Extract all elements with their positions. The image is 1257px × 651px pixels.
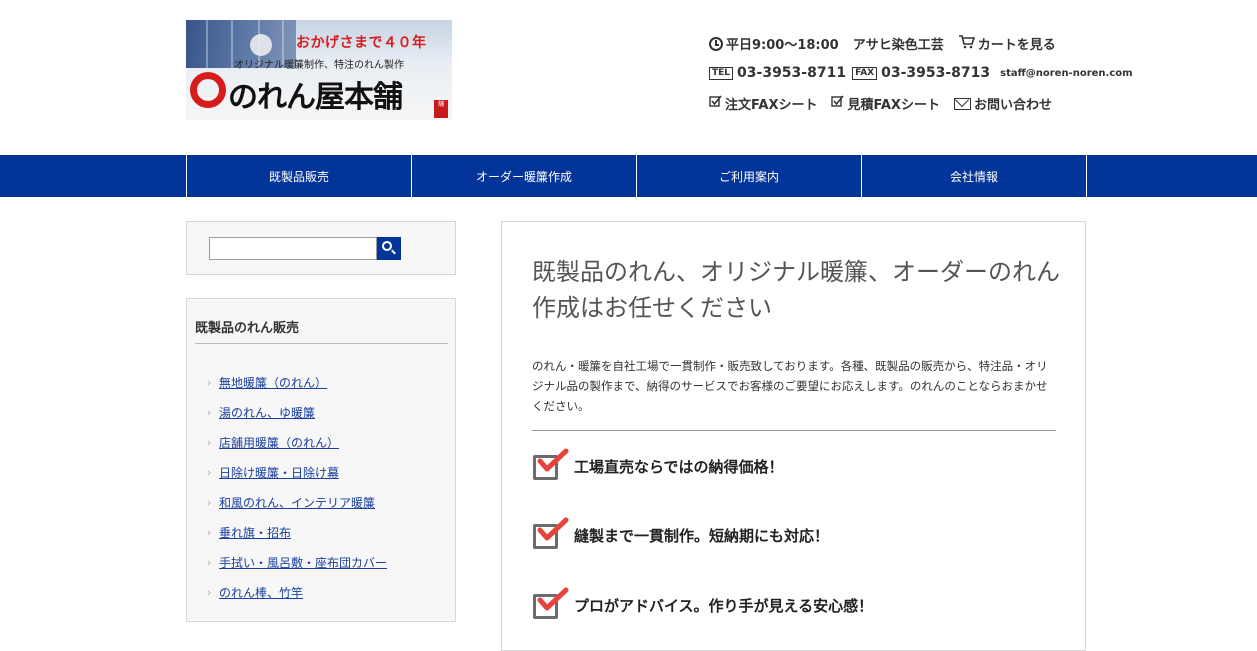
mail-icon	[953, 97, 971, 110]
search-button[interactable]	[377, 237, 401, 260]
chevron-right-icon: ›	[207, 525, 212, 539]
feature-item: 縫製まで一貫制作。短納期にも対応！	[532, 517, 830, 551]
logo-ring-mark	[190, 72, 226, 108]
checkmark-icon	[532, 587, 569, 621]
global-nav: 既製品販売 オーダー暖簾作成 ご利用案内 会社情報	[0, 155, 1257, 197]
chevron-right-icon: ›	[207, 495, 212, 509]
email-link[interactable]: staff@noren-noren.com	[1000, 68, 1132, 79]
checkbox-icon	[709, 95, 722, 112]
sidebar-list: › 無地暖簾（のれん） › 湯のれん、ゆ暖簾 › 店舗用暖簾（のれん） › 日除け暖簾・…	[207, 367, 387, 607]
cart-link[interactable]: カートを見る	[978, 34, 1056, 53]
logo-subtitle: オリジナル暖簾制作、特注のれん製作	[234, 60, 404, 71]
search-input[interactable]	[209, 237, 377, 260]
nav-item-guide[interactable]: ご利用案内	[637, 155, 862, 197]
chevron-right-icon: ›	[207, 375, 212, 389]
sidebar-link[interactable]: 店舗用暖簾（のれん）	[219, 434, 339, 451]
list-item: › 手拭い・風呂敷・座布団カバー	[207, 547, 387, 577]
order-fax-link[interactable]: 注文FAXシート	[725, 94, 817, 113]
sidebar-link[interactable]: 垂れ旗・招布	[219, 524, 291, 541]
chevron-right-icon: ›	[207, 435, 212, 449]
chevron-right-icon: ›	[207, 555, 212, 569]
logo-seal: 舗	[434, 100, 448, 118]
page-title: 既製品のれん、オリジナル暖簾、オーダーのれん作成はお任せください	[532, 258, 1060, 322]
nav-item-order-noren[interactable]: オーダー暖簾作成	[412, 155, 637, 197]
checkbox-icon	[831, 95, 845, 112]
list-item: › 無地暖簾（のれん）	[207, 367, 387, 397]
business-hours: 平日9:00～18:00	[726, 38, 839, 53]
main-content: 既製品のれん、オリジナル暖簾、オーダーのれん作成はお任せください のれん・暖簾を…	[501, 221, 1086, 651]
feature-item: プロがアドバイス。作り手が見える安心感！	[532, 587, 874, 621]
company-name: アサヒ染色工芸	[852, 38, 944, 53]
fax-number: 03-3953-8713	[881, 65, 991, 81]
estimate-fax-link[interactable]: 見積FAXシート	[847, 94, 939, 113]
list-item: › 日除け暖簾・日除け幕	[207, 457, 387, 487]
tel-label: TEL	[709, 66, 734, 80]
search-widget	[186, 221, 456, 275]
tel-number[interactable]: 03-3953-8711	[737, 65, 846, 81]
checkmark-icon	[532, 448, 569, 482]
checkmark-icon	[532, 517, 569, 551]
sidebar-link[interactable]: 湯のれん、ゆ暖簾	[219, 404, 315, 421]
divider	[532, 430, 1056, 431]
logo-tagline: おかげさまで４０年	[296, 35, 427, 51]
list-item: › のれん棒、竹竿	[207, 577, 387, 607]
logo-person-graphic	[250, 34, 272, 56]
feature-item: 工場直売ならではの納得価格！	[532, 448, 784, 482]
list-item: › 湯のれん、ゆ暖簾	[207, 397, 387, 427]
list-item: › 和風のれん、インテリア暖簾	[207, 487, 387, 517]
chevron-right-icon: ›	[207, 585, 212, 599]
chevron-right-icon: ›	[207, 405, 212, 419]
feature-text: プロがアドバイス。作り手が見える安心感！	[574, 596, 874, 615]
clock-icon	[709, 36, 723, 51]
sidebar-title: 既製品のれん販売	[195, 321, 300, 336]
nav-item-ready-made[interactable]: 既製品販売	[187, 155, 412, 197]
feature-text: 縫製まで一貫制作。短納期にも対応！	[574, 526, 830, 545]
site-logo[interactable]: おかげさまで４０年 オリジナル暖簾制作、特注のれん製作 のれん屋本舗 舗	[186, 20, 452, 120]
sidebar-link[interactable]: のれん棒、竹竿	[219, 584, 303, 601]
contact-link[interactable]: お問い合わせ	[974, 94, 1052, 113]
logo-name: のれん屋本舗	[228, 80, 403, 115]
sidebar-link[interactable]: 日除け暖簾・日除け幕	[219, 464, 339, 481]
divider	[195, 343, 448, 344]
sidebar-link[interactable]: 手拭い・風呂敷・座布団カバー	[219, 554, 387, 571]
feature-text: 工場直売ならではの納得価格！	[574, 457, 784, 476]
list-item: › 店舗用暖簾（のれん）	[207, 427, 387, 457]
sidebar-category-panel: 既製品のれん販売 › 無地暖簾（のれん） › 湯のれん、ゆ暖簾 › 店舗用暖簾（のれん…	[186, 298, 456, 622]
list-item: › 垂れ旗・招布	[207, 517, 387, 547]
site-header: おかげさまで４０年 オリジナル暖簾制作、特注のれん製作 のれん屋本舗 舗 平日9…	[0, 0, 1257, 155]
sidebar-link[interactable]: 無地暖簾（のれん）	[219, 374, 327, 391]
sidebar-link[interactable]: 和風のれん、インテリア暖簾	[219, 494, 375, 511]
fax-label: FAX	[852, 66, 878, 80]
cart-icon[interactable]	[958, 34, 975, 53]
chevron-right-icon: ›	[207, 465, 212, 479]
nav-item-company[interactable]: 会社情報	[862, 155, 1087, 197]
intro-text: のれん・暖簾を自社工場で一貫制作・販売致しております。各種、既製品の販売から、特…	[532, 359, 1048, 413]
